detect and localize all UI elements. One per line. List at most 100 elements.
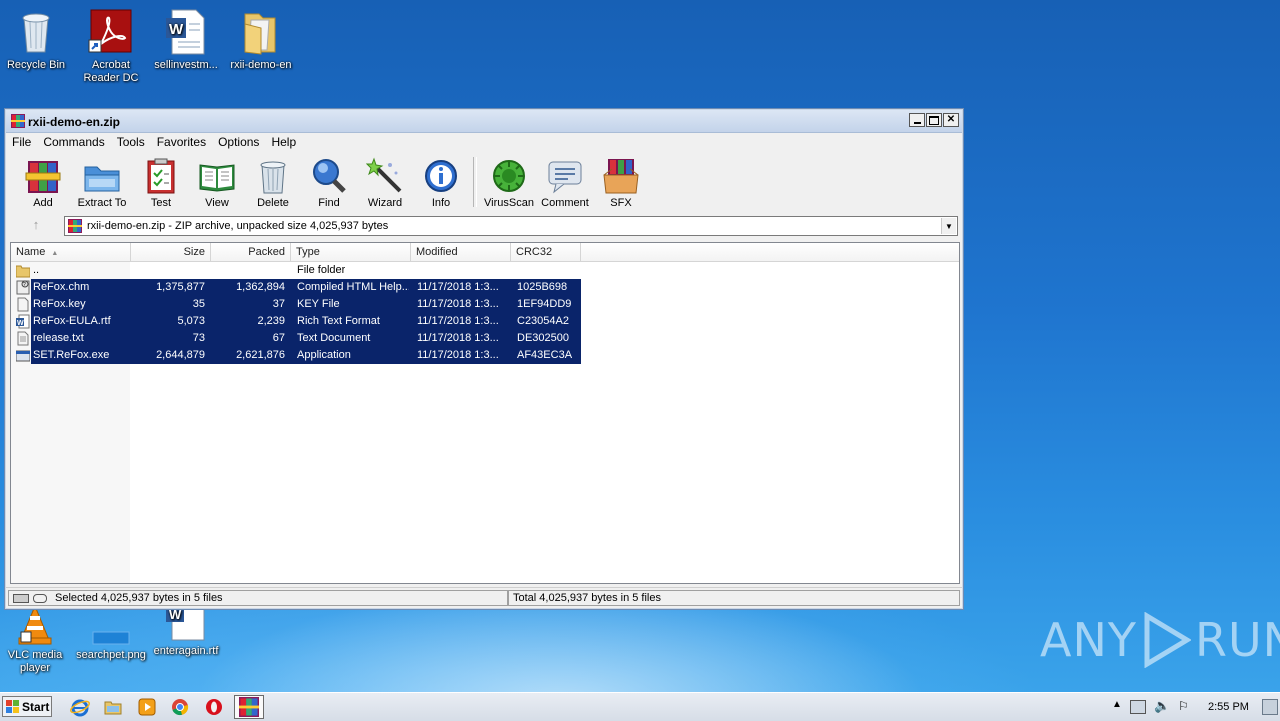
address-bar[interactable]: rxii-demo-en.zip - ZIP archive, unpacked… bbox=[64, 216, 958, 236]
desktop-icon-acrobat[interactable]: Acrobat Reader DC bbox=[73, 4, 149, 85]
file-type: Rich Text Format bbox=[297, 315, 380, 327]
file-name: ReFox.chm bbox=[33, 281, 90, 293]
show-desktop-button[interactable] bbox=[1262, 699, 1278, 715]
comment-label: Comment bbox=[541, 197, 589, 209]
table-row-parent[interactable]: .. File folder bbox=[11, 262, 959, 279]
window-title: rxii-demo-en.zip bbox=[28, 115, 121, 129]
file-crc32: AF43EC3A bbox=[517, 349, 573, 361]
add-archive-icon bbox=[24, 157, 62, 195]
internet-explorer-icon[interactable] bbox=[70, 697, 90, 717]
file-name: release.txt bbox=[33, 332, 84, 344]
file-explorer-icon[interactable] bbox=[103, 697, 123, 717]
status-total-pane: Total 4,025,937 bytes in 5 files bbox=[508, 590, 960, 606]
status-total-text: Total 4,025,937 bytes in 5 files bbox=[513, 592, 661, 604]
test-label: Test bbox=[150, 197, 172, 209]
menu-commands[interactable]: Commands bbox=[37, 135, 110, 149]
file-packed: 37 bbox=[272, 298, 285, 310]
vlc-icon bbox=[11, 604, 59, 646]
menu-tools[interactable]: Tools bbox=[111, 135, 151, 149]
clock[interactable]: 2:55 PM bbox=[1208, 701, 1249, 713]
maximize-icon bbox=[929, 115, 939, 125]
show-hidden-icons-icon[interactable]: ▲ bbox=[1112, 699, 1122, 710]
network-icon[interactable] bbox=[1130, 700, 1146, 714]
winrar-window: rxii-demo-en.zip ✕ File Commands Tools F… bbox=[4, 108, 964, 610]
magic-wand-icon bbox=[365, 157, 404, 195]
wizard-button[interactable]: Wizard bbox=[357, 153, 413, 211]
test-button[interactable]: Test bbox=[133, 153, 189, 211]
column-packed[interactable]: Packed bbox=[211, 243, 291, 261]
table-row[interactable]: W ReFox-EULA.rtf 5,073 2,239 Rich Text F… bbox=[11, 313, 959, 330]
minimize-button[interactable] bbox=[909, 113, 925, 127]
opera-icon[interactable] bbox=[204, 697, 224, 717]
maximize-button[interactable] bbox=[926, 113, 942, 127]
table-row[interactable]: release.txt 73 67 Text Document 11/17/20… bbox=[11, 330, 959, 347]
extract-to-button[interactable]: Extract To bbox=[71, 153, 133, 211]
acrobat-icon bbox=[87, 8, 135, 56]
word-document-icon: W bbox=[162, 8, 210, 56]
table-row[interactable]: ? ReFox.chm 1,375,877 1,362,894 Compiled… bbox=[11, 279, 959, 296]
sfx-button[interactable]: SFX bbox=[593, 153, 649, 211]
file-modified: 11/17/2018 1:3... bbox=[417, 315, 499, 327]
info-icon bbox=[422, 157, 460, 195]
desktop-icon-vlc[interactable]: VLC media player bbox=[0, 600, 73, 675]
file-crc32: 1025B698 bbox=[517, 281, 568, 293]
comment-icon bbox=[546, 157, 584, 195]
chrome-icon[interactable] bbox=[170, 697, 190, 717]
address-dropdown-button[interactable]: ▼ bbox=[941, 218, 956, 234]
find-label: Find bbox=[318, 197, 340, 209]
recycle-bin-icon bbox=[12, 8, 60, 56]
sfx-box-icon bbox=[602, 157, 640, 195]
media-player-icon[interactable] bbox=[137, 697, 157, 717]
extract-folder-icon bbox=[83, 157, 121, 195]
virus-scan-icon bbox=[490, 157, 528, 195]
blank-file-icon bbox=[17, 297, 29, 312]
column-modified[interactable]: Modified bbox=[411, 243, 511, 261]
file-size: 35 bbox=[192, 298, 205, 310]
comment-button[interactable]: Comment bbox=[537, 153, 593, 211]
table-row[interactable]: SET.ReFox.exe 2,644,879 2,621,876 Applic… bbox=[11, 347, 959, 364]
menu-file[interactable]: File bbox=[6, 135, 37, 149]
status-selected-pane: Selected 4,025,937 bytes in 5 files bbox=[8, 590, 508, 606]
start-button[interactable]: Start bbox=[2, 696, 52, 717]
file-size: 73 bbox=[192, 332, 205, 344]
close-button[interactable]: ✕ bbox=[943, 113, 959, 127]
column-name[interactable]: Name ▲ bbox=[11, 243, 131, 261]
volume-icon[interactable]: 🔈 bbox=[1154, 698, 1170, 714]
view-button[interactable]: View bbox=[189, 153, 245, 211]
delete-button[interactable]: Delete bbox=[245, 153, 301, 211]
menu-favorites[interactable]: Favorites bbox=[151, 135, 212, 149]
desktop-icon-label: Acrobat Reader DC bbox=[83, 59, 139, 84]
info-label: Info bbox=[431, 197, 451, 209]
file-name: .. bbox=[33, 264, 40, 276]
desktop-icon-recycle-bin[interactable]: Recycle Bin bbox=[0, 4, 74, 72]
anyrun-watermark: ANY RUN bbox=[1040, 605, 1280, 675]
winrar-icon bbox=[11, 114, 25, 128]
column-type[interactable]: Type bbox=[291, 243, 411, 261]
virusscan-button[interactable]: VirusScan bbox=[481, 153, 537, 211]
add-button[interactable]: Add bbox=[15, 153, 71, 211]
menu-options[interactable]: Options bbox=[212, 135, 265, 149]
desktop-icon-sellinvest[interactable]: W sellinvestm... bbox=[148, 4, 224, 72]
desktop-icon-rxii-folder[interactable]: rxii-demo-en bbox=[223, 4, 299, 72]
action-center-flag-icon[interactable]: ⚐ bbox=[1178, 699, 1189, 713]
find-button[interactable]: Find bbox=[301, 153, 357, 211]
file-size: 2,644,879 bbox=[156, 349, 205, 361]
file-name: ReFox-EULA.rtf bbox=[33, 315, 111, 327]
title-bar[interactable]: rxii-demo-en.zip ✕ bbox=[6, 110, 962, 133]
up-one-level-button[interactable]: ↑ bbox=[17, 217, 55, 235]
sort-ascending-icon: ▲ bbox=[51, 250, 59, 257]
desktop: Recycle Bin Acrobat Reader DC W sellinve… bbox=[0, 0, 1280, 692]
file-type: File folder bbox=[297, 264, 346, 276]
file-modified: 11/17/2018 1:3... bbox=[417, 332, 499, 344]
test-clipboard-icon bbox=[142, 157, 180, 195]
table-row[interactable]: ReFox.key 35 37 KEY File 11/17/2018 1:3.… bbox=[11, 296, 959, 313]
add-label: Add bbox=[33, 197, 53, 209]
file-packed: 2,621,876 bbox=[236, 349, 285, 361]
column-crc32[interactable]: CRC32 bbox=[511, 243, 581, 261]
info-button[interactable]: Info bbox=[413, 153, 469, 211]
start-label: Start bbox=[22, 699, 50, 714]
column-size[interactable]: Size bbox=[131, 243, 211, 261]
winrar-taskbar-button[interactable] bbox=[234, 695, 264, 719]
menu-help[interactable]: Help bbox=[265, 135, 302, 149]
sfx-label: SFX bbox=[610, 197, 632, 209]
